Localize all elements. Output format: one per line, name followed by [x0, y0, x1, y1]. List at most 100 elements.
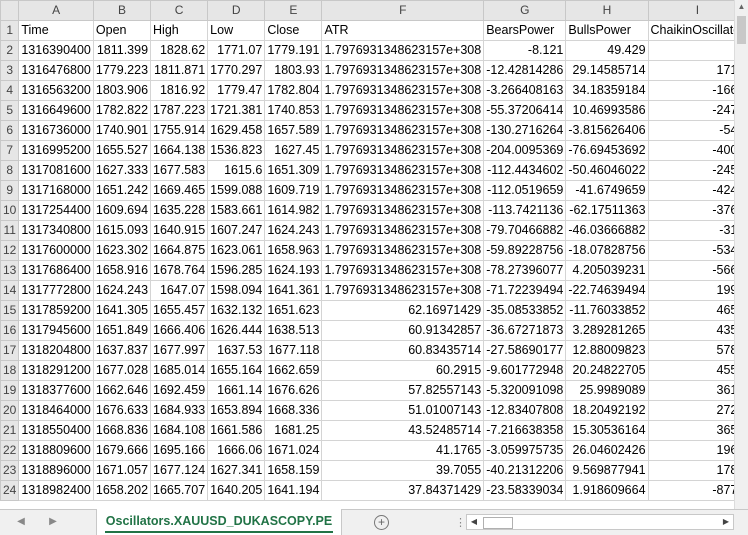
grid-cell[interactable]: -112.4434602: [483, 160, 567, 181]
grid-cell[interactable]: 39.7055: [321, 460, 485, 481]
grid-cell[interactable]: 1969: [647, 440, 734, 461]
grid-cell[interactable]: 1316649600: [18, 100, 94, 121]
column-header[interactable]: G: [483, 0, 567, 21]
grid-cell[interactable]: -62.17511363: [565, 200, 649, 221]
grid-cell[interactable]: 1666.406: [150, 320, 209, 341]
grid-cell[interactable]: 1317859200: [18, 300, 94, 321]
grid-cell[interactable]: 1677.124: [150, 460, 209, 481]
grid-cell[interactable]: 1.7976931348623157e+308: [321, 240, 485, 261]
grid-cell[interactable]: -18.07828756: [565, 240, 649, 261]
grid-cell[interactable]: 1669.465: [150, 180, 209, 201]
grid-cell[interactable]: 1651.849: [92, 320, 152, 341]
grid-cell[interactable]: -40.21312206: [483, 460, 567, 481]
grid-cell[interactable]: 1665.707: [150, 480, 209, 501]
grid-cell[interactable]: 1318204800: [18, 340, 94, 361]
grid-cell[interactable]: 1.7976931348623157e+308: [321, 40, 485, 61]
grid-cell[interactable]: -1665: [647, 80, 734, 101]
column-header[interactable]: F: [321, 0, 485, 21]
grid-cell[interactable]: 15.30536164: [565, 420, 649, 441]
grid-cell[interactable]: 1782.804: [264, 80, 323, 101]
grid-cell[interactable]: -112.0519659: [483, 180, 567, 201]
grid-cell[interactable]: -46.03666882: [565, 220, 649, 241]
grid-cell[interactable]: 1658.916: [92, 260, 152, 281]
grid-cell[interactable]: -130.2716264: [483, 120, 567, 141]
grid-cell[interactable]: 1316476800: [18, 60, 94, 81]
grid-cell[interactable]: 4656: [647, 300, 734, 321]
grid-cell[interactable]: 1596.285: [207, 260, 266, 281]
grid-cell[interactable]: -7.216638358: [483, 420, 567, 441]
grid-cell[interactable]: 1.7976931348623157e+308: [321, 280, 485, 301]
grid-cell[interactable]: -542: [647, 120, 734, 141]
grid-cell[interactable]: 1641.305: [92, 300, 152, 321]
grid-cell[interactable]: 1317168000: [18, 180, 94, 201]
grid-cell[interactable]: 1662.659: [264, 360, 323, 381]
row-header[interactable]: 15: [0, 300, 20, 321]
row-header[interactable]: 9: [0, 180, 20, 201]
grid-cell[interactable]: 1655.164: [207, 360, 266, 381]
grid-cell[interactable]: 1641.361: [264, 280, 323, 301]
grid-cell[interactable]: 1638.513: [264, 320, 323, 341]
grid-cell[interactable]: -22.74639494: [565, 280, 649, 301]
grid-cell[interactable]: -41.6749659: [565, 180, 649, 201]
grid-cell[interactable]: -8.121: [483, 40, 567, 61]
row-header[interactable]: 8: [0, 160, 20, 181]
grid-cell[interactable]: 1783: [647, 460, 734, 481]
grid-cell[interactable]: -78.27396077: [483, 260, 567, 281]
grid-cell[interactable]: 1651.309: [264, 160, 323, 181]
grid-cell[interactable]: 1721.381: [207, 100, 266, 121]
row-header[interactable]: 21: [0, 420, 20, 441]
grid-cell[interactable]: 1536.823: [207, 140, 266, 161]
grid-cell[interactable]: 1.7976931348623157e+308: [321, 60, 485, 81]
grid-cell[interactable]: -3.815626406: [565, 120, 649, 141]
grid-cell[interactable]: 1685.014: [150, 360, 209, 381]
grid-cell[interactable]: 1317340800: [18, 220, 94, 241]
grid-cell[interactable]: Low: [207, 20, 266, 41]
grid-cell[interactable]: 3.289281265: [565, 320, 649, 341]
grid-cell[interactable]: 1811.871: [150, 60, 209, 81]
grid-cell[interactable]: 1655.527: [92, 140, 152, 161]
grid-cell[interactable]: 1623.061: [207, 240, 266, 261]
grid-cell[interactable]: 1770.297: [207, 60, 266, 81]
row-header[interactable]: 18: [0, 360, 20, 381]
grid-cell[interactable]: 1624.193: [264, 260, 323, 281]
grid-cell[interactable]: 1623.302: [92, 240, 152, 261]
grid-cell[interactable]: 1615.6: [207, 160, 266, 181]
grid-cell[interactable]: [647, 40, 734, 61]
column-header[interactable]: I: [647, 0, 734, 21]
grid-cell[interactable]: 29.14585714: [565, 60, 649, 81]
grid-cell[interactable]: 1318291200: [18, 360, 94, 381]
grid-cell[interactable]: 4557: [647, 360, 734, 381]
grid-cell[interactable]: -5347: [647, 240, 734, 261]
grid-cell[interactable]: 1653.894: [207, 400, 266, 421]
grid-cell[interactable]: 1676.633: [92, 400, 152, 421]
row-header[interactable]: 24: [0, 480, 20, 501]
grid-cell[interactable]: -35.08533852: [483, 300, 567, 321]
arrow-up-icon[interactable]: ▲: [735, 0, 748, 14]
grid-cell[interactable]: 18.20492192: [565, 400, 649, 421]
grid-cell[interactable]: 1316736000: [18, 120, 94, 141]
grid-cell[interactable]: 3612: [647, 380, 734, 401]
vertical-scroll-thumb[interactable]: [737, 16, 746, 44]
triangle-right-icon[interactable]: ▶: [46, 515, 60, 529]
grid-cell[interactable]: -12.42814286: [483, 60, 567, 81]
grid-cell[interactable]: -5.320091098: [483, 380, 567, 401]
grid-cell[interactable]: 1317945600: [18, 320, 94, 341]
grid-cell[interactable]: -2455: [647, 160, 734, 181]
grid-cell[interactable]: 1740.901: [92, 120, 152, 141]
grid-cell[interactable]: 1.7976931348623157e+308: [321, 160, 485, 181]
grid-cell[interactable]: High: [150, 20, 209, 41]
grid-cell[interactable]: 1614.982: [264, 200, 323, 221]
grid-cell[interactable]: 1716: [647, 60, 734, 81]
grid-cell[interactable]: Close: [264, 20, 323, 41]
grid-cell[interactable]: 1629.458: [207, 120, 266, 141]
grid-cell[interactable]: 60.83435714: [321, 340, 485, 361]
grid-cell[interactable]: 1677.028: [92, 360, 152, 381]
grid-cell[interactable]: 1316563200: [18, 80, 94, 101]
row-header[interactable]: 23: [0, 460, 20, 481]
arrow-right-icon[interactable]: ▶: [719, 515, 733, 529]
grid-cell[interactable]: -319: [647, 220, 734, 241]
grid-cell[interactable]: 1.7976931348623157e+308: [321, 120, 485, 141]
grid-cell[interactable]: 1681.25: [264, 420, 323, 441]
row-header[interactable]: 14: [0, 280, 20, 301]
grid-cell[interactable]: Time: [18, 20, 94, 41]
